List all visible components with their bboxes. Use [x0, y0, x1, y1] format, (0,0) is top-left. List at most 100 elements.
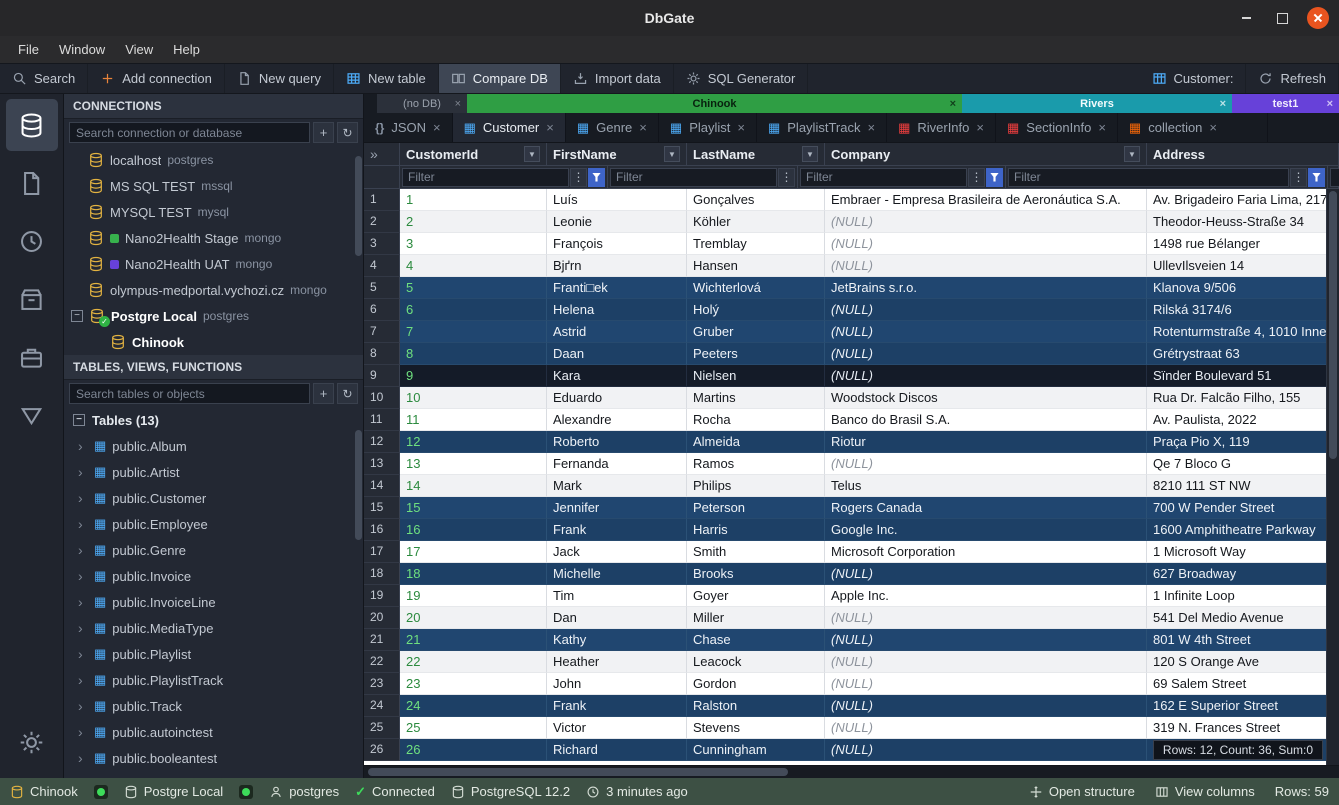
cell-address[interactable]: 162 E Superior Street — [1147, 695, 1339, 717]
cell-customerid[interactable]: 10 — [400, 387, 547, 409]
table-row[interactable]: 21 21 Kathy Chase (NULL) 801 W 4th Stree… — [364, 629, 1339, 651]
cell-firstname[interactable]: Roberto — [547, 431, 687, 453]
cell-lastname[interactable]: Peeters — [687, 343, 825, 365]
chevron-right-icon[interactable] — [78, 438, 88, 454]
sql-generator-button[interactable]: SQL Generator — [674, 64, 809, 93]
table-row[interactable]: 15 15 Jennifer Peterson Rogers Canada 70… — [364, 497, 1339, 519]
cell-firstname[interactable]: Bjґrn — [547, 255, 687, 277]
column-dropdown-icon[interactable] — [1124, 146, 1140, 162]
cell-firstname[interactable]: Leonie — [547, 211, 687, 233]
document-tab[interactable]: Customer — [453, 113, 566, 142]
cell-firstname[interactable]: Franti□ek — [547, 277, 687, 299]
cell-lastname[interactable]: Rocha — [687, 409, 825, 431]
cell-company[interactable]: (NULL) — [825, 629, 1147, 651]
cell-firstname[interactable]: Kara — [547, 365, 687, 387]
cell-customerid[interactable]: 9 — [400, 365, 547, 387]
table-list-item[interactable]: public.InvoiceLine — [64, 589, 363, 615]
table-row[interactable]: 9 9 Kara Nielsen (NULL) Sїnder Boulevard… — [364, 365, 1339, 387]
new-table-button[interactable]: New table — [334, 64, 439, 93]
cell-firstname[interactable]: Alexandre — [547, 409, 687, 431]
row-number[interactable]: 26 — [364, 739, 400, 761]
cell-company[interactable]: Apple Inc. — [825, 585, 1147, 607]
cell-lastname[interactable]: Miller — [687, 607, 825, 629]
document-tab[interactable]: JSON — [364, 113, 453, 142]
table-row[interactable]: 3 3 François Tremblay (NULL) 1498 rue Bé… — [364, 233, 1339, 255]
chevron-right-icon[interactable] — [78, 594, 88, 610]
connection-item[interactable]: MYSQL TEST mysql — [64, 199, 363, 225]
table-row[interactable]: 20 20 Dan Miller (NULL) 541 Del Medio Av… — [364, 607, 1339, 629]
column-dropdown-icon[interactable] — [524, 146, 540, 162]
row-number[interactable]: 8 — [364, 343, 400, 365]
cell-lastname[interactable]: Gonçalves — [687, 189, 825, 211]
close-icon[interactable] — [867, 120, 875, 135]
cell-customerid[interactable]: 23 — [400, 673, 547, 695]
table-row[interactable]: 14 14 Mark Philips Telus 8210 111 ST NW — [364, 475, 1339, 497]
chevron-right-icon[interactable] — [78, 542, 88, 558]
table-row[interactable]: 11 11 Alexandre Rocha Banco do Brasil S.… — [364, 409, 1339, 431]
document-tab[interactable]: PlaylistTrack — [757, 113, 887, 142]
document-tab[interactable]: SectionInfo — [996, 113, 1118, 142]
row-number[interactable]: 24 — [364, 695, 400, 717]
chevron-right-icon[interactable] — [78, 516, 88, 532]
column-header-customerid[interactable]: CustomerId — [400, 143, 547, 165]
plugins-rail-icon[interactable] — [6, 331, 58, 383]
import-data-button[interactable]: Import data — [561, 64, 674, 93]
table-row[interactable]: 4 4 Bjґrn Hansen (NULL) UllevІlsveien 14 — [364, 255, 1339, 277]
vertical-scrollbar-thumb[interactable] — [1329, 191, 1337, 459]
cell-lastname[interactable]: Brooks — [687, 563, 825, 585]
row-number[interactable]: 21 — [364, 629, 400, 651]
row-number[interactable]: 17 — [364, 541, 400, 563]
database-group-tab[interactable]: test1 — [1232, 94, 1339, 113]
cell-address[interactable]: 627 Broadway — [1147, 563, 1339, 585]
cell-address[interactable]: 541 Del Medio Avenue — [1147, 607, 1339, 629]
cell-firstname[interactable]: Fernanda — [547, 453, 687, 475]
cell-lastname[interactable]: Goyer — [687, 585, 825, 607]
cell-customerid[interactable]: 3 — [400, 233, 547, 255]
close-icon[interactable] — [1220, 98, 1226, 110]
cell-address[interactable]: Theodor-Heuss-Straße 34 — [1147, 211, 1339, 233]
cell-address[interactable]: 69 Salem Street — [1147, 673, 1339, 695]
table-list-item[interactable]: public.Customer — [64, 485, 363, 511]
cell-customerid[interactable]: 6 — [400, 299, 547, 321]
add-table-icon[interactable] — [313, 383, 334, 404]
row-number[interactable]: 9 — [364, 365, 400, 387]
cell-company[interactable]: (NULL) — [825, 365, 1147, 387]
table-row[interactable]: 16 16 Frank Harris Google Inc. 1600 Amph… — [364, 519, 1339, 541]
cell-customerid[interactable]: 22 — [400, 651, 547, 673]
filter-input[interactable] — [800, 168, 967, 187]
cell-firstname[interactable]: Richard — [547, 739, 687, 761]
table-row[interactable]: 2 2 Leonie Köhler (NULL) Theodor-Heuss-S… — [364, 211, 1339, 233]
table-row[interactable]: 19 19 Tim Goyer Apple Inc. 1 Infinite Lo… — [364, 585, 1339, 607]
cell-lastname[interactable]: Harris — [687, 519, 825, 541]
cell-lastname[interactable]: Köhler — [687, 211, 825, 233]
archive-rail-icon[interactable] — [6, 273, 58, 325]
cell-firstname[interactable]: Helena — [547, 299, 687, 321]
column-dropdown-icon[interactable] — [802, 146, 818, 162]
row-number[interactable]: 20 — [364, 607, 400, 629]
connections-scrollbar[interactable] — [355, 156, 362, 256]
database-group-tab[interactable]: Rivers — [962, 94, 1232, 113]
cell-customerid[interactable]: 24 — [400, 695, 547, 717]
cell-lastname[interactable]: Philips — [687, 475, 825, 497]
chevron-right-icon[interactable] — [78, 568, 88, 584]
table-row[interactable]: 13 13 Fernanda Ramos (NULL) Qe 7 Bloco G — [364, 453, 1339, 475]
cell-customerid[interactable]: 15 — [400, 497, 547, 519]
row-number[interactable]: 4 — [364, 255, 400, 277]
close-icon[interactable] — [950, 98, 956, 110]
table-list-item[interactable]: public.Album — [64, 433, 363, 459]
close-icon[interactable] — [433, 120, 441, 135]
cell-address[interactable]: Av. Brigadeiro Faria Lima, 2170 — [1147, 189, 1339, 211]
cell-address[interactable]: 1 Microsoft Way — [1147, 541, 1339, 563]
cell-customerid[interactable]: 25 — [400, 717, 547, 739]
table-list-item[interactable]: public.Track — [64, 693, 363, 719]
column-header-lastname[interactable]: LastName — [687, 143, 825, 165]
row-number[interactable]: 15 — [364, 497, 400, 519]
table-row[interactable]: 5 5 Franti□ek Wichterlová JetBrains s.r.… — [364, 277, 1339, 299]
document-tab[interactable]: collection — [1118, 113, 1268, 142]
settings-rail-icon[interactable] — [6, 716, 58, 768]
cell-customerid[interactable]: 5 — [400, 277, 547, 299]
chevron-right-icon[interactable] — [78, 724, 88, 740]
cell-customerid[interactable]: 7 — [400, 321, 547, 343]
cell-company[interactable]: (NULL) — [825, 563, 1147, 585]
table-row[interactable]: 6 6 Helena Holý (NULL) Rilská 3174/6 — [364, 299, 1339, 321]
